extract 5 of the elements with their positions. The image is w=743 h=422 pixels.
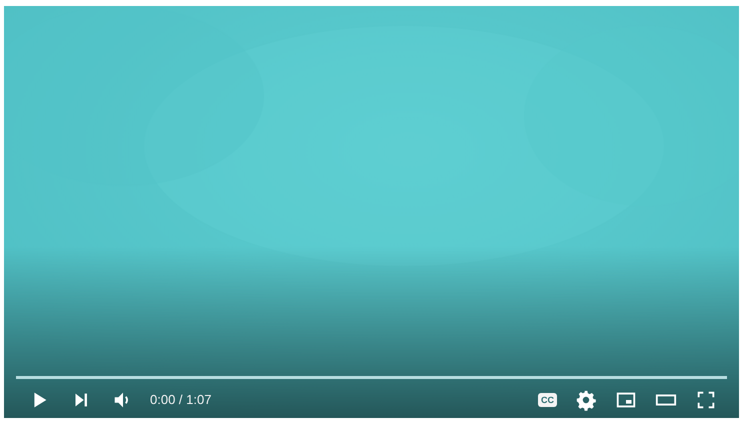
captions-button[interactable]: CC	[538, 393, 557, 407]
fullscreen-icon[interactable]	[695, 389, 717, 411]
progress-track[interactable]	[16, 376, 727, 379]
settings-icon[interactable]	[575, 389, 597, 411]
time-display: 0:00 / 1:07	[150, 391, 212, 410]
